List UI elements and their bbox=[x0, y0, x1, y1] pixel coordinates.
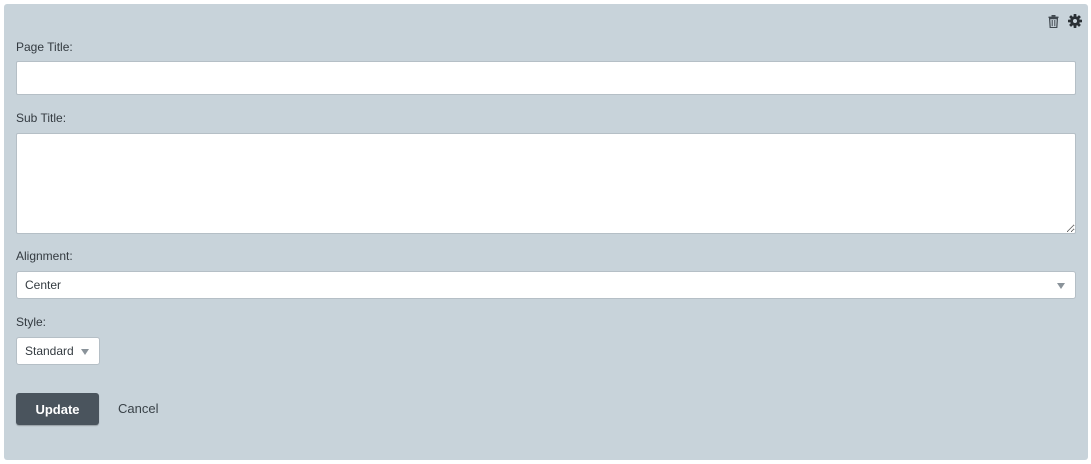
style-select[interactable]: Standard bbox=[16, 337, 100, 365]
cancel-button[interactable]: Cancel bbox=[118, 401, 158, 416]
sub-title-label: Sub Title: bbox=[16, 111, 67, 125]
update-button[interactable]: Update bbox=[16, 393, 99, 425]
chevron-down-icon bbox=[1057, 283, 1065, 289]
page-title-input[interactable] bbox=[16, 61, 1076, 95]
style-label: Style: bbox=[16, 315, 47, 329]
alignment-selected-value: Center bbox=[25, 278, 62, 292]
sub-title-textarea[interactable] bbox=[16, 133, 1076, 234]
page-title-label: Page Title: bbox=[16, 40, 73, 54]
panel-tools bbox=[1046, 14, 1082, 28]
edit-panel: Page Title: Sub Title: Alignment: Center… bbox=[4, 4, 1088, 460]
alignment-label: Alignment: bbox=[16, 249, 73, 263]
trash-icon[interactable] bbox=[1046, 14, 1060, 28]
gear-icon[interactable] bbox=[1068, 14, 1082, 28]
chevron-down-icon bbox=[81, 349, 89, 355]
style-selected-value: Standard bbox=[25, 344, 74, 358]
alignment-select[interactable]: Center bbox=[16, 271, 1076, 299]
